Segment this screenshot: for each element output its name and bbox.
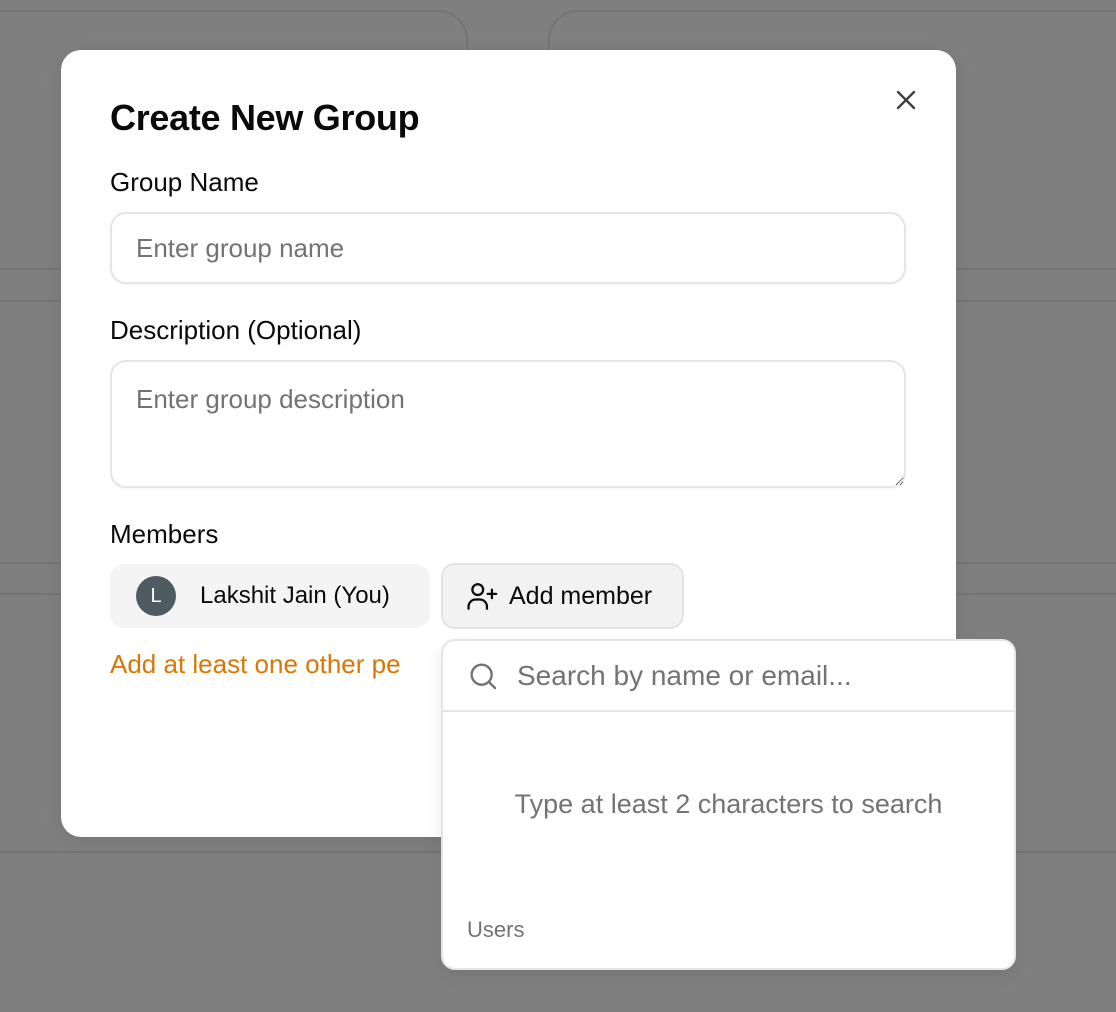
search-row xyxy=(443,641,1014,712)
description-label: Description (Optional) xyxy=(110,315,362,345)
user-plus-icon xyxy=(467,583,498,610)
members-label: Members xyxy=(110,519,219,549)
add-member-button[interactable]: Add member xyxy=(441,563,684,629)
close-button[interactable] xyxy=(888,82,924,118)
dialog-title: Create New Group xyxy=(110,97,420,138)
avatar: L xyxy=(136,576,176,616)
members-warning: Add at least one other pe xyxy=(110,649,401,679)
users-group-heading: Users xyxy=(467,917,525,942)
member-chip: L Lakshit Jain (You) xyxy=(110,564,430,628)
close-icon xyxy=(896,90,916,110)
member-search-input[interactable] xyxy=(515,658,979,693)
group-name-input[interactable] xyxy=(110,212,906,284)
add-member-label: Add member xyxy=(509,581,653,610)
group-name-label: Group Name xyxy=(110,167,259,197)
search-empty-message: Type at least 2 characters to search xyxy=(514,789,943,819)
search-icon xyxy=(470,662,497,689)
description-textarea[interactable] xyxy=(110,360,906,488)
member-search-popover: Type at least 2 characters to search Use… xyxy=(441,639,1016,970)
member-name: Lakshit Jain (You) xyxy=(200,582,390,609)
